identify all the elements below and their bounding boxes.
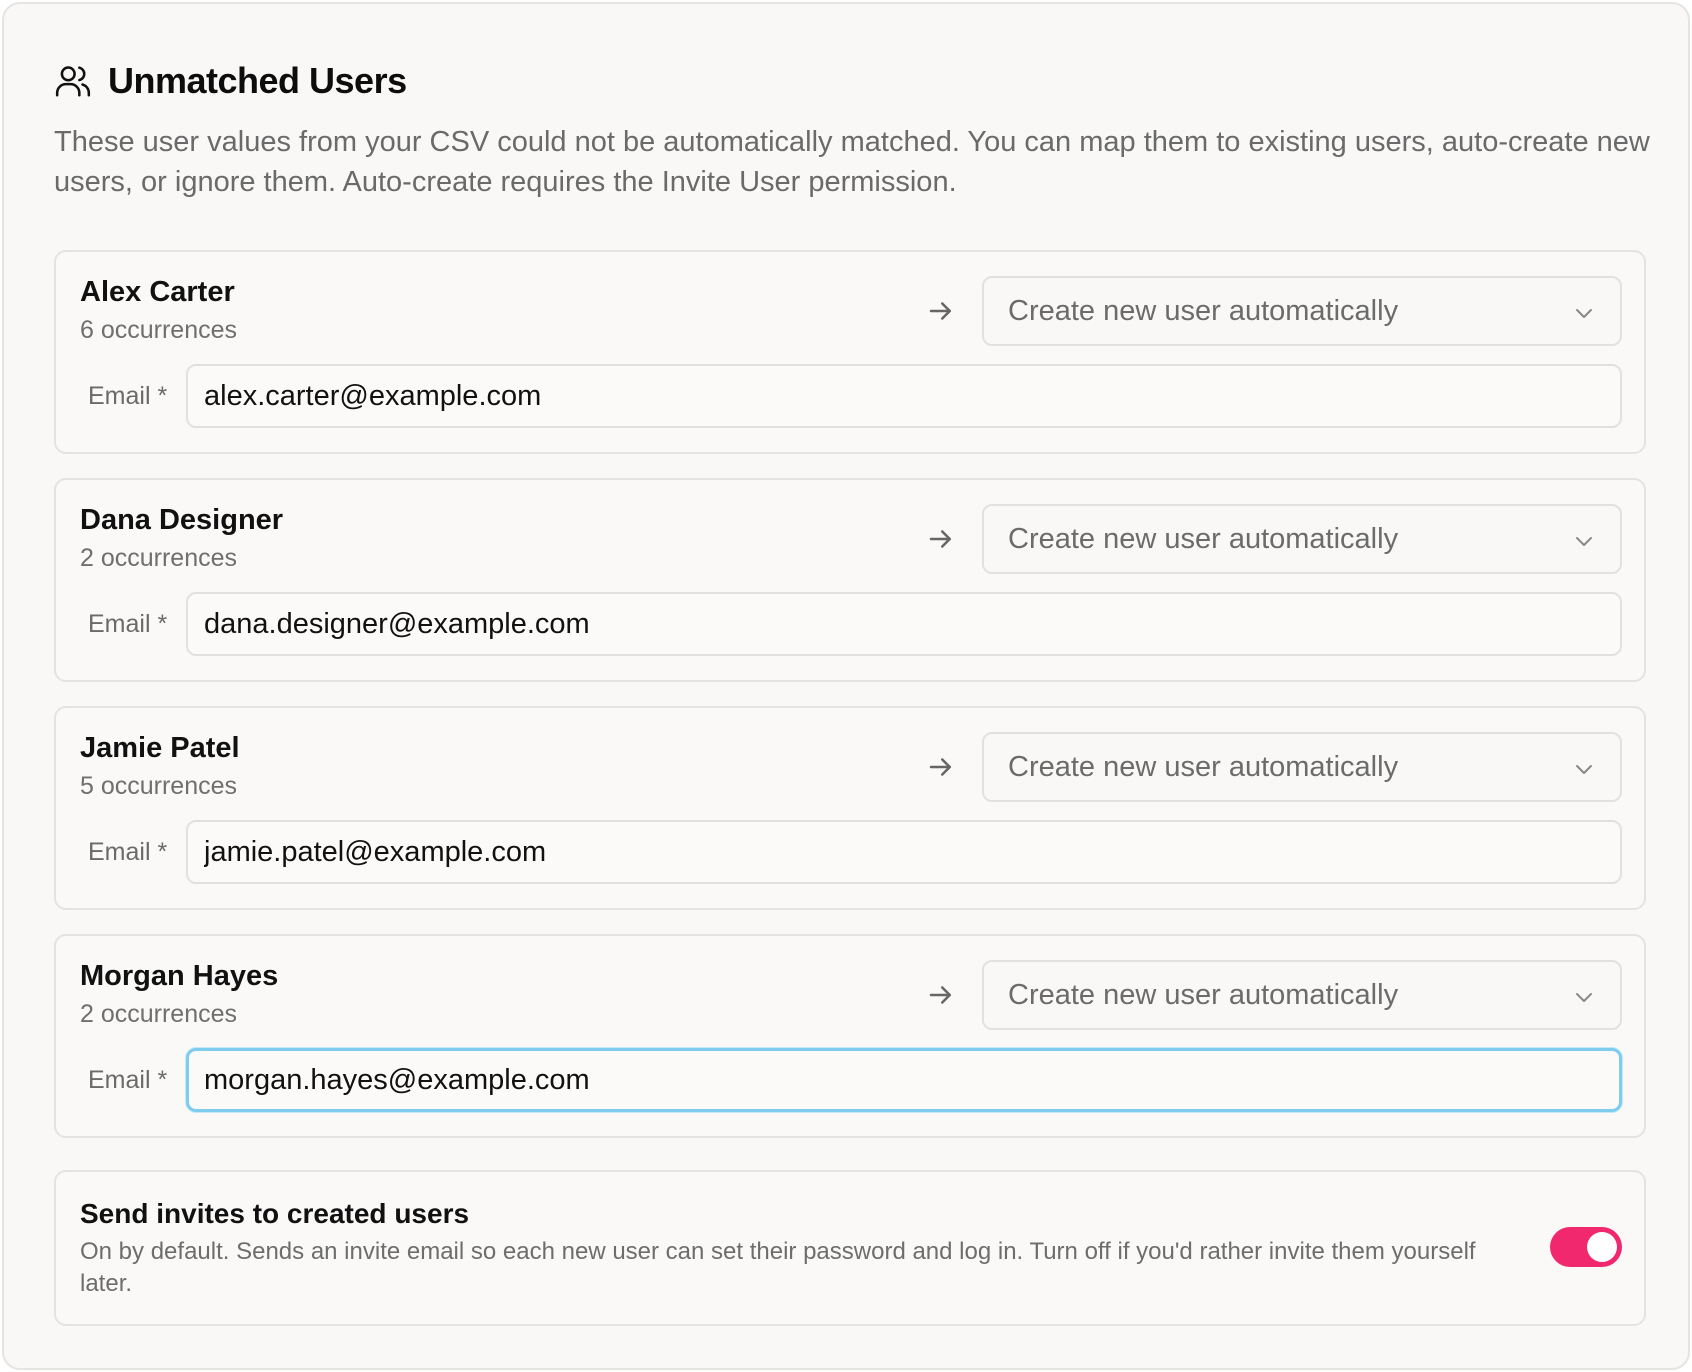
occurrence-count: 6 occurrences [80,316,238,344]
email-field[interactable] [186,1048,1622,1112]
user-card: Morgan Hayes 2 occurrences Create new us… [54,934,1646,1138]
send-invites-toggle[interactable] [1550,1227,1622,1267]
email-label: Email * [88,838,168,866]
email-field[interactable] [186,364,1622,428]
page-description: These user values from your CSV could no… [54,126,1650,198]
user-mapping-select[interactable]: Create new user automatically [982,276,1622,346]
user-name: Alex Carter [80,276,235,308]
user-mapping-select[interactable]: Create new user automatically [982,504,1622,574]
invite-title: Send invites to created users [80,1198,470,1229]
mapping-value: Create new user automatically [1008,522,1399,555]
user-name: Jamie Patel [80,732,240,764]
user-card: Jamie Patel 5 occurrences Create new use… [54,706,1646,910]
user-name: Morgan Hayes [80,960,279,992]
invite-settings-card: Send invites to created users On by defa… [54,1170,1646,1326]
occurrence-count: 2 occurrences [80,544,238,572]
email-label: Email * [88,382,168,410]
arrow-right-icon [926,752,956,782]
email-label: Email * [88,610,168,638]
user-card: Alex Carter 6 occurrences Create new use… [54,250,1646,454]
chevron-down-icon [1572,300,1596,324]
mapping-value: Create new user automatically [1008,750,1399,783]
user-mapping-select[interactable]: Create new user automatically [982,732,1622,802]
email-field[interactable] [186,592,1622,656]
mapping-value: Create new user automatically [1008,294,1399,327]
invite-description: On by default. Sends an invite email so … [80,1238,1476,1297]
arrow-right-icon [926,524,956,554]
email-label: Email * [88,1066,168,1094]
user-mapping-select[interactable]: Create new user automatically [982,960,1622,1030]
users-icon [54,62,92,100]
email-field[interactable] [186,820,1622,884]
panel-header: Unmatched Users [54,56,407,106]
toggle-knob [1587,1232,1617,1262]
occurrence-count: 5 occurrences [80,772,238,800]
unmatched-users-panel: Unmatched Users These user values from y… [2,2,1690,1370]
chevron-down-icon [1572,528,1596,552]
chevron-down-icon [1572,984,1596,1008]
occurrence-count: 2 occurrences [80,1000,238,1028]
page-title: Unmatched Users [108,60,407,101]
user-name: Dana Designer [80,504,284,536]
mapping-value: Create new user automatically [1008,978,1399,1011]
arrow-right-icon [926,296,956,326]
user-card: Dana Designer 2 occurrences Create new u… [54,478,1646,682]
chevron-down-icon [1572,756,1596,780]
arrow-right-icon [926,980,956,1010]
